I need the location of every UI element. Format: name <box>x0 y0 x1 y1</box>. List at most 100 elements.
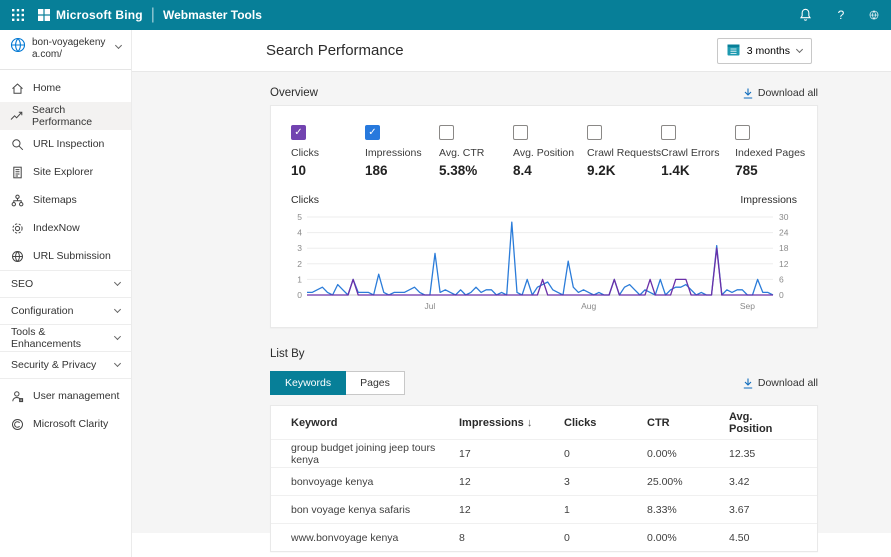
metric-value: 186 <box>365 163 439 178</box>
sidebar-group-tools-enhancements[interactable]: Tools & Enhancements <box>0 324 131 351</box>
chart-right-axis-label: Impressions <box>740 194 797 206</box>
keywords-table: KeywordImpressions ↓ClicksCTRAvg. Positi… <box>270 405 818 552</box>
table-row[interactable]: bonvoyage kenya12325.00%3.42 <box>271 467 817 495</box>
value-cell: 0 <box>564 532 647 544</box>
value-cell: 0.00% <box>647 532 729 544</box>
metric-value: 8.4 <box>513 163 587 178</box>
sidebar-item-microsoft-clarity[interactable]: Microsoft Clarity <box>0 410 131 438</box>
microsoft-logo <box>38 9 50 21</box>
value-cell: 8 <box>459 532 564 544</box>
metric-checkbox[interactable] <box>735 125 750 140</box>
date-range-value: 3 months <box>747 45 790 57</box>
sitemap-icon <box>10 194 24 207</box>
table-row[interactable]: group budget joining jeep tours kenya170… <box>271 439 817 467</box>
svg-text:4: 4 <box>297 228 302 238</box>
sidebar-group-label: Tools & Enhancements <box>11 326 115 350</box>
sidebar-item-site-explorer[interactable]: Site Explorer <box>0 158 131 186</box>
sidebar-item-home[interactable]: Home <box>0 74 131 102</box>
tab-pages[interactable]: Pages <box>346 371 405 395</box>
waffle-icon[interactable] <box>12 9 24 21</box>
svg-text:2: 2 <box>297 259 302 269</box>
metric-avg-position[interactable]: Avg. Position8.4 <box>513 125 587 178</box>
metric-value: 10 <box>291 163 365 178</box>
svg-text:0: 0 <box>297 290 302 300</box>
sidebar-group-seo[interactable]: SEO <box>0 270 131 297</box>
metric-clicks[interactable]: ✓Clicks10 <box>291 125 365 178</box>
metric-checkbox[interactable] <box>513 125 528 140</box>
sidebar-group-security-privacy[interactable]: Security & Privacy <box>0 351 131 378</box>
column-header-avg-position[interactable]: Avg. Position <box>729 411 797 435</box>
calendar-icon <box>727 43 740 59</box>
home-icon <box>10 82 24 95</box>
metric-crawl-errors[interactable]: Crawl Errors1.4K <box>661 125 735 178</box>
sidebar-item-url-submission[interactable]: URL Submission <box>0 242 131 270</box>
metric-indexed-pages[interactable]: Indexed Pages785 <box>735 125 815 178</box>
gear-icon <box>10 222 24 235</box>
column-header-impressions[interactable]: Impressions ↓ <box>459 417 564 429</box>
table-row[interactable]: www.bonvoyage kenya800.00%4.50 <box>271 523 817 551</box>
metric-crawl-requests[interactable]: Crawl Requests9.2K <box>587 125 661 178</box>
performance-chart: 5304243182121600JulAugSep <box>291 210 797 321</box>
sidebar-item-user-management[interactable]: User management <box>0 382 131 410</box>
column-header-keyword[interactable]: Keyword <box>291 417 459 429</box>
keyword-cell: bon voyage kenya safaris <box>291 504 459 516</box>
metric-checkbox[interactable] <box>661 125 676 140</box>
clarity-icon <box>10 418 24 431</box>
metric-checkbox[interactable] <box>587 125 602 140</box>
help-icon[interactable]: ? <box>833 7 849 23</box>
keyword-cell: group budget joining jeep tours kenya <box>291 442 459 466</box>
sidebar-footer: User management Microsoft Clarity <box>0 378 131 438</box>
metric-checkbox[interactable] <box>439 125 454 140</box>
value-cell: 3.67 <box>729 504 797 516</box>
value-cell: 3 <box>564 476 647 488</box>
value-cell: 12 <box>459 476 564 488</box>
magnifier-icon <box>10 138 24 151</box>
svg-text:3: 3 <box>297 243 302 253</box>
table-body: group budget joining jeep tours kenya170… <box>271 439 817 551</box>
metric-avg-ctr[interactable]: Avg. CTR5.38% <box>439 125 513 178</box>
document-icon <box>10 166 24 179</box>
sidebar-item-label: URL Submission <box>33 250 111 262</box>
svg-text:0: 0 <box>779 290 784 300</box>
sidebar-group-label: Configuration <box>11 305 73 317</box>
sort-descending-icon: ↓ <box>527 417 533 429</box>
value-cell: 4.50 <box>729 532 797 544</box>
site-selector[interactable]: bon-voyagekenya.com/ <box>0 30 131 70</box>
site-globe-icon <box>10 37 26 58</box>
column-header-ctr[interactable]: CTR <box>647 417 729 429</box>
account-icon[interactable] <box>869 7 879 23</box>
sidebar-item-label: Home <box>33 82 61 94</box>
sidebar-item-indexnow[interactable]: IndexNow <box>0 214 131 242</box>
metric-label: Crawl Requests <box>587 147 661 159</box>
sidebar-item-label: User management <box>33 390 119 402</box>
download-all-overview-button[interactable]: Download all <box>743 87 818 99</box>
tab-keywords[interactable]: Keywords <box>270 371 346 395</box>
brand-name[interactable]: Microsoft Bing <box>56 8 143 22</box>
value-cell: 12 <box>459 504 564 516</box>
sidebar-item-label: Microsoft Clarity <box>33 418 108 430</box>
notifications-bell-icon[interactable] <box>797 7 813 23</box>
table-row[interactable]: bon voyage kenya safaris1218.33%3.67 <box>271 495 817 523</box>
svg-text:24: 24 <box>779 228 789 238</box>
brand-divider: | <box>151 6 155 24</box>
value-cell: 1 <box>564 504 647 516</box>
download-all-table-button[interactable]: Download all <box>743 377 818 389</box>
svg-text:5: 5 <box>297 212 302 222</box>
sidebar-group-configuration[interactable]: Configuration <box>0 297 131 324</box>
sidebar-item-label: Site Explorer <box>33 166 93 178</box>
sidebar-item-search-performance[interactable]: Search Performance <box>0 102 131 130</box>
globe-icon <box>10 250 24 263</box>
column-header-clicks[interactable]: Clicks <box>564 417 647 429</box>
performance-icon <box>10 110 23 123</box>
sidebar-group-label: Security & Privacy <box>11 359 96 371</box>
metric-checkbox[interactable]: ✓ <box>291 125 306 140</box>
sidebar-item-label: URL Inspection <box>33 138 104 150</box>
list-by-label: List By <box>270 348 305 360</box>
chevron-down-icon <box>114 279 121 286</box>
date-range-dropdown[interactable]: 3 months <box>717 38 812 64</box>
sidebar-item-url-inspection[interactable]: URL Inspection <box>0 130 131 158</box>
sidebar-item-sitemaps[interactable]: Sitemaps <box>0 186 131 214</box>
metric-impressions[interactable]: ✓Impressions186 <box>365 125 439 178</box>
metric-checkbox[interactable]: ✓ <box>365 125 380 140</box>
metric-label: Indexed Pages <box>735 147 815 159</box>
